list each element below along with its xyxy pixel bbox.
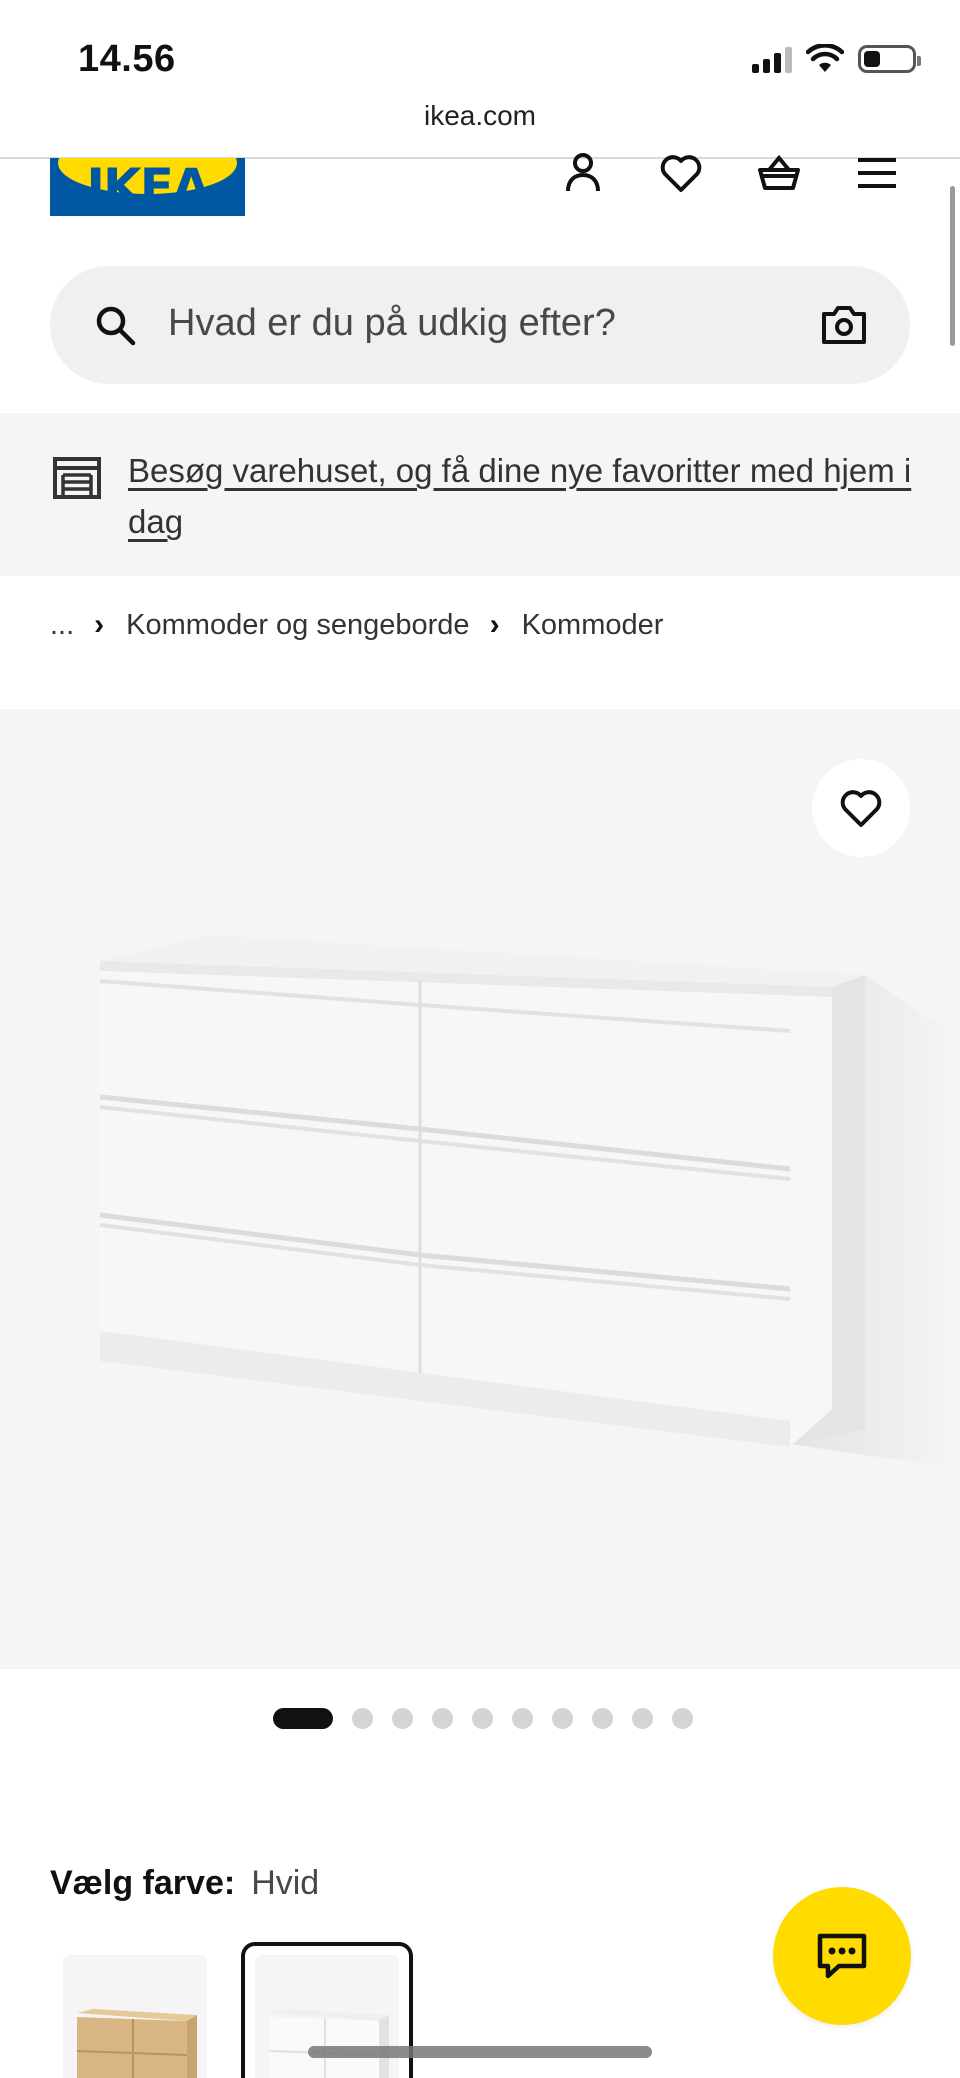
color-swatch-oak[interactable] xyxy=(63,1955,207,2078)
ikea-logo[interactable]: IKEA xyxy=(50,158,245,216)
account-icon[interactable] xyxy=(560,150,606,196)
search-icon xyxy=(96,306,136,346)
gallery-pagination xyxy=(273,1708,693,1729)
header-icons xyxy=(560,150,900,196)
logo-text: IKEA xyxy=(86,158,210,216)
scrollbar[interactable] xyxy=(950,186,955,346)
heart-icon[interactable] xyxy=(658,150,704,196)
add-to-favorites-button[interactable] xyxy=(812,759,910,857)
swatch-thumbnail xyxy=(268,2009,389,2078)
breadcrumb-item-kommoder[interactable]: Kommoder xyxy=(522,609,664,642)
color-swatch-white[interactable] xyxy=(255,1955,399,2078)
search-input[interactable]: Hvad er du på udkig efter? xyxy=(168,302,616,345)
selected-color: Hvid xyxy=(251,1864,320,1902)
gallery-dot[interactable] xyxy=(592,1708,613,1729)
color-label: Vælg farve: xyxy=(50,1864,236,1902)
status-bar: 14.56 xyxy=(0,0,960,110)
breadcrumb-separator: › xyxy=(94,608,105,641)
gallery-dot[interactable] xyxy=(512,1708,533,1729)
chat-icon xyxy=(817,1933,867,1979)
gallery-dot[interactable] xyxy=(352,1708,373,1729)
basket-icon[interactable] xyxy=(756,150,802,196)
gallery-dot[interactable] xyxy=(273,1708,333,1729)
status-time: 14.56 xyxy=(78,38,176,80)
heart-icon xyxy=(840,790,882,827)
store-banner: Besøg varehuset, og få dine nye favoritt… xyxy=(0,413,960,576)
product-image-gallery[interactable] xyxy=(0,709,960,1669)
gallery-dot[interactable] xyxy=(392,1708,413,1729)
store-icon xyxy=(53,457,101,499)
menu-icon[interactable] xyxy=(854,150,900,196)
camera-icon[interactable] xyxy=(820,302,868,346)
product-photo-dresser xyxy=(99,935,960,1469)
breadcrumb-separator: › xyxy=(489,608,500,641)
gallery-dot[interactable] xyxy=(552,1708,573,1729)
home-indicator[interactable] xyxy=(308,2046,652,2058)
battery-icon xyxy=(858,45,921,73)
browser-url[interactable]: ikea.com xyxy=(0,100,960,132)
gallery-dot[interactable] xyxy=(672,1708,693,1729)
wifi-icon xyxy=(806,44,844,72)
breadcrumb-item-kommoder-og-sengeborde[interactable]: Kommoder og sengeborde xyxy=(126,609,469,642)
gallery-dot[interactable] xyxy=(632,1708,653,1729)
breadcrumb-ellipsis[interactable]: ... xyxy=(50,609,74,642)
gallery-dot[interactable] xyxy=(432,1708,453,1729)
gallery-dot[interactable] xyxy=(472,1708,493,1729)
store-visit-link[interactable]: Besøg varehuset, og få dine nye favoritt… xyxy=(128,445,918,547)
status-icons xyxy=(752,44,921,74)
swatch-thumbnail xyxy=(76,2009,197,2078)
breadcrumb: ... › Kommoder og sengeborde › Kommoder xyxy=(50,608,663,642)
search-bar[interactable]: Hvad er du på udkig efter? xyxy=(50,266,910,384)
color-chooser-label: Vælg farve: Hvid xyxy=(50,1864,319,1903)
chat-button[interactable] xyxy=(773,1887,911,2025)
cellular-signal-icon xyxy=(752,45,792,73)
